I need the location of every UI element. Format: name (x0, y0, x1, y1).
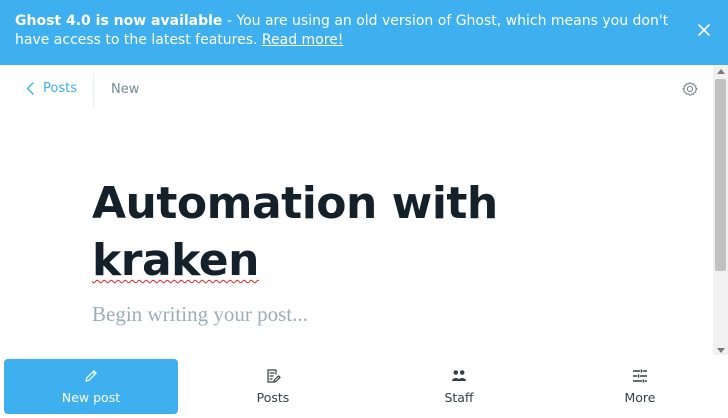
gear-icon[interactable] (681, 80, 699, 98)
tab-label: Posts (256, 390, 290, 405)
menu-sliders-icon (633, 369, 647, 383)
tab-label: New post (61, 390, 121, 405)
back-label: Posts (43, 81, 77, 96)
header-divider (93, 73, 94, 107)
editor-header: Posts New (0, 65, 715, 113)
tab-staff[interactable]: Staff (368, 355, 550, 418)
tab-label: More (624, 390, 656, 405)
people-icon (452, 370, 466, 381)
tab-more[interactable]: More (550, 355, 728, 418)
read-more-link[interactable]: Read more! (262, 32, 344, 48)
post-body-editor[interactable]: Begin writing your post... (92, 302, 308, 327)
back-to-posts-link[interactable]: Posts (26, 81, 77, 96)
post-status: New (111, 82, 140, 97)
tab-new-post[interactable]: New post (4, 359, 178, 414)
banner-title: Ghost 4.0 is now available (15, 13, 223, 29)
scrollbar[interactable] (713, 65, 728, 355)
edit-document-icon (267, 369, 281, 383)
scroll-down-icon[interactable] (717, 348, 725, 353)
tab-label: Staff (444, 390, 474, 405)
title-line-1: Automation with (92, 178, 498, 229)
tab-posts[interactable]: Posts (178, 355, 368, 418)
chevron-left-icon (26, 82, 34, 95)
scrollbar-thumb[interactable] (715, 79, 726, 271)
pencil-icon (85, 370, 97, 382)
title-line-2: kraken (92, 235, 259, 286)
update-banner: Ghost 4.0 is now available - You are usi… (0, 0, 728, 65)
scroll-up-icon[interactable] (717, 69, 725, 74)
post-title[interactable]: Automation with kraken (92, 175, 692, 289)
bottom-tab-bar: New post Posts Staff More (0, 355, 728, 418)
close-icon[interactable] (697, 23, 711, 37)
